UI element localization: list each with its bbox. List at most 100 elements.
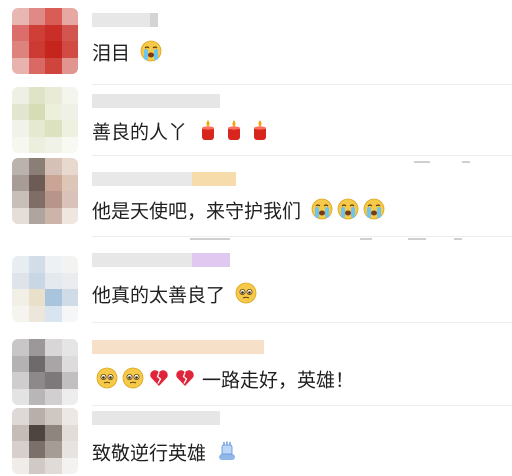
avatar-pixel: [28, 289, 46, 306]
avatar-pixel: [28, 457, 46, 474]
emoji-row: [231, 282, 257, 307]
comment-item: 他是天使吧，来守护我们: [0, 158, 512, 240]
avatar-pixel: [12, 174, 29, 192]
avatar-pixel: [12, 272, 29, 290]
avatar[interactable]: [12, 8, 78, 74]
avatar-pixel: [61, 87, 78, 104]
avatar-pixel: [28, 174, 46, 192]
avatar-pixel: [61, 441, 78, 458]
emoji-row: [136, 40, 162, 68]
comment-text-label: 他是天使吧，来守护我们: [92, 200, 302, 223]
avatar-pixel: [45, 289, 62, 306]
avatar-pixel: [12, 207, 29, 224]
avatar-pixel: [28, 158, 46, 175]
emoji-row: [212, 441, 238, 465]
emoji-row: [307, 198, 385, 226]
comment-text: 泪目: [92, 40, 162, 68]
avatar-pixel: [12, 355, 29, 373]
avatar-pixel: [12, 120, 29, 137]
username-blurred[interactable]: [92, 93, 220, 108]
pleading-face-icon: [96, 367, 118, 395]
avatar-pixel: [12, 24, 29, 42]
divider: [92, 236, 512, 237]
avatar-pixel: [28, 355, 46, 373]
username-blurred[interactable]: [92, 339, 264, 354]
avatar-pixel: [28, 41, 46, 58]
avatar-pixel: [12, 388, 29, 405]
avatar-pixel: [61, 289, 78, 306]
avatar[interactable]: [12, 408, 78, 474]
avatar-pixel: [45, 305, 62, 322]
candle-icon: [223, 119, 245, 147]
avatar-pixel: [45, 103, 62, 121]
pleading-face-icon: [122, 367, 144, 395]
comment-item: 泪目: [0, 0, 512, 85]
decoration: [408, 238, 426, 240]
broken-heart-icon: [148, 367, 170, 395]
username-blurred[interactable]: [92, 12, 158, 27]
avatar-pixel: [45, 372, 62, 389]
comment-text-label: 泪目: [92, 42, 131, 65]
avatar-pixel: [12, 441, 29, 458]
comment-item: 一路走好，英雄！: [0, 323, 512, 406]
avatar[interactable]: [12, 339, 78, 405]
comment-text: 一路走好，英雄！: [92, 367, 354, 395]
avatar-pixel: [45, 272, 62, 290]
username-blurred[interactable]: [92, 410, 220, 425]
avatar-pixel: [61, 41, 78, 58]
avatar-pixel: [45, 41, 62, 58]
avatar-pixel: [28, 103, 46, 121]
avatar-pixel: [28, 339, 46, 356]
avatar-pixel: [12, 57, 29, 74]
avatar-pixel: [61, 355, 78, 373]
username-blurred[interactable]: [92, 171, 236, 186]
avatar-pixel: [12, 158, 29, 175]
avatar-pixel: [61, 8, 78, 25]
avatar-pixel: [12, 103, 29, 121]
avatar-pixel: [61, 24, 78, 42]
comment-item: 致敬逆行英雄: [0, 406, 512, 476]
avatar-pixel: [61, 339, 78, 356]
avatar-pixel: [45, 87, 62, 104]
avatar[interactable]: [12, 87, 78, 153]
avatar-pixel: [28, 388, 46, 405]
avatar-pixel: [61, 272, 78, 290]
avatar-pixel: [45, 355, 62, 373]
avatar-pixel: [12, 372, 29, 389]
avatar-pixel: [45, 158, 62, 175]
avatar-pixel: [28, 120, 46, 137]
comment-item: 他真的太善良了: [0, 242, 512, 323]
avatar-pixel: [61, 388, 78, 405]
avatar-pixel: [45, 8, 62, 25]
avatar-pixel: [45, 256, 62, 273]
avatar-pixel: [12, 8, 29, 25]
avatar-pixel: [28, 256, 46, 273]
crying-face-icon: [311, 198, 333, 226]
avatar-pixel: [12, 41, 29, 58]
avatar-pixel: [28, 136, 46, 153]
avatar-pixel: [45, 424, 62, 442]
avatar-pixel: [61, 158, 78, 175]
comment-text-label: 致敬逆行英雄: [92, 442, 207, 465]
avatar-pixel: [28, 272, 46, 290]
crying-face-icon: [140, 40, 162, 68]
avatar[interactable]: [12, 256, 78, 322]
divider: [92, 155, 512, 156]
avatar[interactable]: [12, 158, 78, 224]
avatar-pixel: [28, 57, 46, 74]
avatar-pixel: [28, 87, 46, 104]
avatar-pixel: [12, 457, 29, 474]
avatar-pixel: [45, 408, 62, 425]
avatar-pixel: [28, 191, 46, 208]
avatar-pixel: [12, 289, 29, 306]
avatar-pixel: [61, 372, 78, 389]
comment-item: 善良的人丫: [0, 85, 512, 160]
candle-icon: [197, 119, 219, 147]
username-blurred[interactable]: [92, 252, 230, 267]
broken-heart-icon: [174, 367, 196, 395]
avatar-pixel: [61, 191, 78, 208]
avatar-pixel: [61, 103, 78, 121]
comment-text: 善良的人丫: [92, 119, 271, 147]
avatar-pixel: [61, 136, 78, 153]
comment-text: 他真的太善良了: [92, 282, 257, 310]
